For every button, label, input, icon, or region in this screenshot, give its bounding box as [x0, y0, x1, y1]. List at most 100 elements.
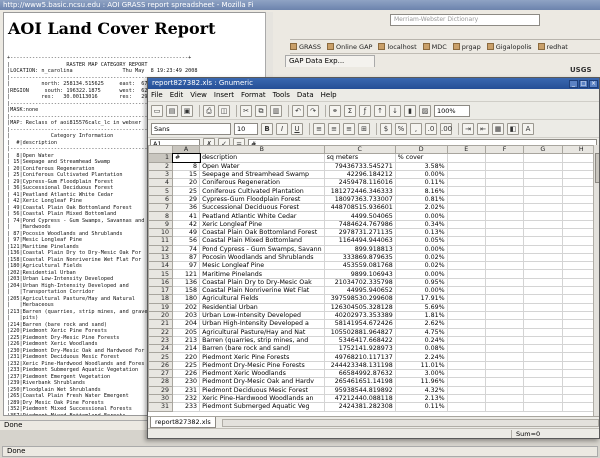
row-header[interactable]: 21 [148, 319, 174, 329]
cell-empty[interactable] [446, 219, 486, 229]
cell-empty[interactable] [446, 327, 486, 337]
cell-empty[interactable] [446, 178, 486, 188]
row-header[interactable]: 9 [148, 219, 174, 229]
cell-empty[interactable] [484, 252, 525, 263]
cell-empty[interactable] [446, 261, 486, 271]
cell-a[interactable]: 233 [172, 402, 201, 412]
cell-empty[interactable] [446, 269, 486, 279]
cell-c[interactable]: 1164494.944063 [323, 236, 396, 246]
thousands-icon[interactable]: , [410, 122, 422, 135]
cut-icon[interactable]: ✂ [240, 104, 252, 117]
cell-b[interactable]: Open Water [199, 161, 325, 171]
row-header[interactable]: 15 [148, 269, 174, 279]
cell-empty[interactable] [446, 302, 486, 312]
cell-empty[interactable] [484, 302, 525, 312]
font-name-combo[interactable]: Sans [151, 122, 231, 135]
cell-empty[interactable] [446, 244, 486, 254]
cell-a[interactable]: 226 [172, 368, 201, 379]
cell-b[interactable]: Coastal Plain Dry to Dry-Mesic Oak [199, 277, 325, 288]
cell-a[interactable]: 29 [172, 194, 201, 205]
cell-d[interactable]: 8.16% [394, 186, 448, 196]
cell-b[interactable]: Pond Cypress - Gum Swamps, Savann [199, 244, 325, 254]
cell-empty[interactable] [484, 227, 525, 238]
cell-empty[interactable] [523, 186, 563, 196]
cell-empty[interactable] [484, 169, 525, 180]
cell-b[interactable]: Piedmont Deciduous Mesic Forest [199, 385, 325, 395]
outdent-icon[interactable]: ⇤ [477, 122, 489, 135]
menu-view[interactable]: View [190, 91, 207, 99]
cell-empty[interactable] [523, 178, 563, 188]
column-header-d[interactable]: D [394, 145, 448, 155]
row-header[interactable]: 29 [148, 385, 174, 395]
cell-a[interactable]: 121 [172, 269, 201, 279]
cell-c[interactable]: 105502881.964827 [323, 327, 396, 337]
cell-a[interactable]: 42 [172, 219, 201, 229]
cell-b[interactable]: Piedmont Dry-Mesic Oak and Hardv [199, 377, 325, 387]
close-button[interactable]: × [589, 79, 598, 88]
cell-c[interactable]: 79436733.545271 [323, 161, 396, 171]
cell-empty[interactable] [446, 402, 486, 412]
cell-empty[interactable] [446, 203, 486, 213]
cell-a[interactable]: 97 [172, 261, 201, 271]
cell-empty[interactable] [484, 360, 525, 371]
cell-empty[interactable] [446, 385, 486, 395]
column-header-a[interactable]: A [172, 145, 201, 155]
cell-empty[interactable] [484, 368, 525, 379]
row-header[interactable]: 6 [148, 194, 174, 205]
cell-empty[interactable] [523, 319, 563, 329]
font-size-combo[interactable]: 10 [234, 122, 258, 135]
cell-d[interactable]: 17.91% [394, 294, 448, 304]
cell-empty[interactable] [523, 335, 563, 346]
cell-c[interactable]: 2424381.282308 [323, 402, 396, 412]
cell-a[interactable]: 87 [172, 252, 201, 263]
cell-empty[interactable] [523, 227, 563, 238]
cell-b[interactable]: description [199, 153, 325, 163]
bookmark-item[interactable]: GRASS [290, 43, 321, 51]
cell-b[interactable]: Xeric Longleaf Pine [199, 219, 325, 229]
cell-b[interactable]: Urban Low-Intensity Developed [199, 310, 325, 321]
cell-empty[interactable] [484, 344, 525, 354]
cell-a[interactable]: 220 [172, 352, 201, 362]
cell-empty[interactable] [523, 344, 563, 354]
cell-b[interactable]: Coastal Plain Nonriverine Wet Flat [199, 286, 325, 296]
cell-c[interactable]: 265461651.14198 [323, 377, 396, 387]
new-file-icon[interactable]: ▭ [151, 104, 163, 117]
cell-c[interactable]: 1752141.928973 [323, 344, 396, 354]
cell-empty[interactable] [446, 360, 486, 371]
cell-c[interactable]: 4499.504065 [323, 211, 396, 221]
graph-icon[interactable]: ▮ [404, 104, 416, 117]
cell-d[interactable]: 0.34% [394, 219, 448, 229]
row-header[interactable]: 18 [148, 294, 174, 304]
cell-c[interactable]: 58141954.672426 [323, 319, 396, 329]
cell-d[interactable]: 4.32% [394, 385, 448, 395]
cell-c[interactable]: 49768210.117137 [323, 352, 396, 362]
cell-d[interactable]: 2.24% [394, 352, 448, 362]
cell-empty[interactable] [446, 161, 486, 171]
row-header[interactable]: 7 [148, 203, 174, 213]
bookmark-item[interactable]: redhat [537, 43, 568, 51]
cell-a[interactable]: 20 [172, 178, 201, 188]
cell-c[interactable]: 66584992.87632 [323, 368, 396, 379]
cell-c[interactable]: 2978731.271135 [323, 227, 396, 238]
cell-empty[interactable] [523, 393, 563, 404]
cell-empty[interactable] [523, 310, 563, 321]
cell-empty[interactable] [484, 277, 525, 288]
cell-empty[interactable] [523, 244, 563, 254]
bookmark-item[interactable]: MDC [422, 43, 447, 51]
cell-empty[interactable] [446, 194, 486, 205]
cell-c[interactable]: 5346417.668422 [323, 335, 396, 346]
cell-d[interactable]: 5.69% [394, 302, 448, 312]
cell-d[interactable]: 4.75% [394, 327, 448, 337]
cell-b[interactable]: Barren (quarries, strip mines, and [199, 335, 325, 346]
row-header[interactable]: 27 [148, 368, 174, 379]
cell-empty[interactable] [523, 169, 563, 180]
cell-d[interactable]: % cover [394, 153, 448, 163]
cell-d[interactable]: 0.00% [394, 211, 448, 221]
cell-a[interactable]: 231 [172, 385, 201, 395]
cell-c[interactable]: 42296.184212 [323, 169, 396, 180]
column-header-f[interactable]: F [484, 145, 525, 155]
horizontal-scrollbar[interactable] [221, 418, 599, 427]
cell-a[interactable]: 204 [172, 319, 201, 329]
cell-c[interactable]: 7484624.767986 [323, 219, 396, 229]
cell-a[interactable]: 41 [172, 211, 201, 221]
